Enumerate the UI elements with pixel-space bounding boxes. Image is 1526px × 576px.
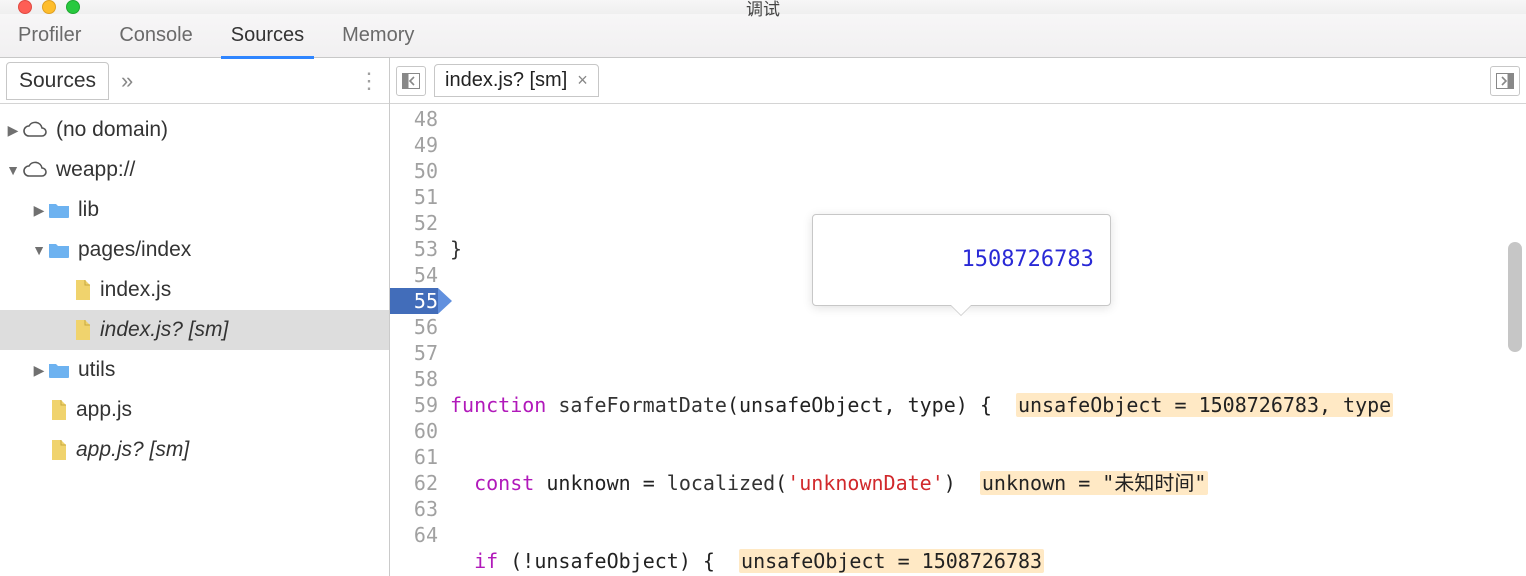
close-tab-icon[interactable]: × xyxy=(577,70,588,91)
tree-label: pages/index xyxy=(78,238,191,262)
code-text: safeFormatDate xyxy=(558,393,727,417)
tree-label: (no domain) xyxy=(56,118,168,142)
chevron-right-icon: ▶ xyxy=(4,122,22,139)
tree-label: index.js xyxy=(100,278,171,302)
line-number[interactable]: 64 xyxy=(390,522,438,548)
editor-body: 48 49 50 51 52 53 54 55 56 57 58 59 60 6… xyxy=(390,104,1526,576)
more-options-icon[interactable]: ⋮ xyxy=(357,68,383,94)
line-number[interactable]: 52 xyxy=(390,210,438,236)
toggle-navigator-button[interactable] xyxy=(396,66,426,96)
toggle-debugger-button[interactable] xyxy=(1490,66,1520,96)
tree-node-pages-index[interactable]: ▼ pages/index xyxy=(0,230,389,270)
editor-toolbar: index.js? [sm] × xyxy=(390,58,1526,104)
chevron-right-icon: ▶ xyxy=(30,362,48,379)
editor-file-tab[interactable]: index.js? [sm] × xyxy=(434,64,599,97)
line-number[interactable]: 48 xyxy=(390,106,438,132)
tree-label: app.js xyxy=(76,398,132,422)
tab-profiler[interactable]: Profiler xyxy=(8,14,91,57)
tree-label: weapp:// xyxy=(56,158,135,182)
line-number[interactable]: 53 xyxy=(390,236,438,262)
line-number[interactable]: 58 xyxy=(390,366,438,392)
tree-label: index.js? [sm] xyxy=(100,318,228,342)
tab-sources[interactable]: Sources xyxy=(221,14,314,57)
editor-tab-label: index.js? [sm] xyxy=(445,69,567,92)
tree-label: app.js? [sm] xyxy=(76,438,189,462)
value-inspector-tooltip: 1508726783 xyxy=(812,214,1111,306)
file-icon xyxy=(74,279,92,301)
main-split: Sources » ⋮ ▶ (no domain) ▼ weapp:// xyxy=(0,58,1526,576)
devtools-tabbar: Profiler Console Sources Memory xyxy=(0,14,1526,58)
tree-node-app-js[interactable]: app.js xyxy=(0,390,389,430)
tree-node-utils[interactable]: ▶ utils xyxy=(0,350,389,390)
tooltip-value: 1508726783 xyxy=(961,247,1093,272)
tab-memory[interactable]: Memory xyxy=(332,14,424,57)
line-number[interactable]: 51 xyxy=(390,184,438,210)
line-number[interactable]: 57 xyxy=(390,340,438,366)
code-view[interactable]: 1508726783 } function safeFormatDate(uns… xyxy=(444,104,1526,576)
debug-hint: unsafeObject = 1508726783, type xyxy=(1016,393,1393,417)
minimize-window-button[interactable] xyxy=(42,0,56,14)
tree-node-app-js-sm[interactable]: app.js? [sm] xyxy=(0,430,389,470)
file-icon xyxy=(50,439,68,461)
line-number[interactable]: 62 xyxy=(390,470,438,496)
debug-hint: unknown = "未知时间" xyxy=(980,471,1209,495)
tree-label: lib xyxy=(78,198,99,222)
code-text: (unsafeObject, type) xyxy=(727,393,968,417)
tree-node-index-js-sm[interactable]: index.js? [sm] xyxy=(0,310,389,350)
line-number-gutter: 48 49 50 51 52 53 54 55 56 57 58 59 60 6… xyxy=(390,104,444,576)
cloud-icon xyxy=(22,161,48,179)
line-number[interactable]: 50 xyxy=(390,158,438,184)
folder-icon xyxy=(48,361,70,379)
sidebar-toolbar: Sources » ⋮ xyxy=(0,58,389,104)
tree-label: utils xyxy=(78,358,115,382)
folder-icon xyxy=(48,201,70,219)
tree-node-no-domain[interactable]: ▶ (no domain) xyxy=(0,110,389,150)
line-number[interactable]: 63 xyxy=(390,496,438,522)
editor-area: index.js? [sm] × 48 49 50 51 52 53 54 55… xyxy=(390,58,1526,576)
code-text: !unsafeObject xyxy=(522,549,679,573)
chevron-right-icon: ▶ xyxy=(30,202,48,219)
tab-console[interactable]: Console xyxy=(109,14,202,57)
file-tree: ▶ (no domain) ▼ weapp:// ▶ lib xyxy=(0,104,389,576)
code-text: localized xyxy=(667,471,775,495)
tree-node-index-js[interactable]: index.js xyxy=(0,270,389,310)
file-icon xyxy=(74,319,92,341)
window-title: 调试 xyxy=(746,0,780,20)
chevron-down-icon: ▼ xyxy=(4,162,22,178)
code-text: } xyxy=(450,237,462,261)
sources-sidebar: Sources » ⋮ ▶ (no domain) ▼ weapp:// xyxy=(0,58,390,576)
line-number[interactable]: 59 xyxy=(390,392,438,418)
file-icon xyxy=(50,399,68,421)
close-window-button[interactable] xyxy=(18,0,32,14)
cloud-icon xyxy=(22,121,48,139)
debug-hint: unsafeObject = 1508726783 xyxy=(739,549,1044,573)
line-number[interactable]: 61 xyxy=(390,444,438,470)
line-number[interactable]: 49 xyxy=(390,132,438,158)
sidebar-overflow-button[interactable]: » xyxy=(115,68,139,94)
line-number-current[interactable]: 55 xyxy=(390,288,438,314)
chevron-down-icon: ▼ xyxy=(30,242,48,258)
zoom-window-button[interactable] xyxy=(66,0,80,14)
tree-node-weapp[interactable]: ▼ weapp:// xyxy=(0,150,389,190)
sidebar-panel-tab[interactable]: Sources xyxy=(6,62,109,100)
code-text: unknown xyxy=(546,471,630,495)
line-number[interactable]: 60 xyxy=(390,418,438,444)
tree-node-lib[interactable]: ▶ lib xyxy=(0,190,389,230)
code-text: 'unknownDate' xyxy=(787,471,944,495)
line-number[interactable]: 54 xyxy=(390,262,438,288)
folder-icon xyxy=(48,241,70,259)
line-number[interactable]: 56 xyxy=(390,314,438,340)
traffic-lights xyxy=(18,0,80,14)
titlebar: 调试 xyxy=(0,0,1526,14)
